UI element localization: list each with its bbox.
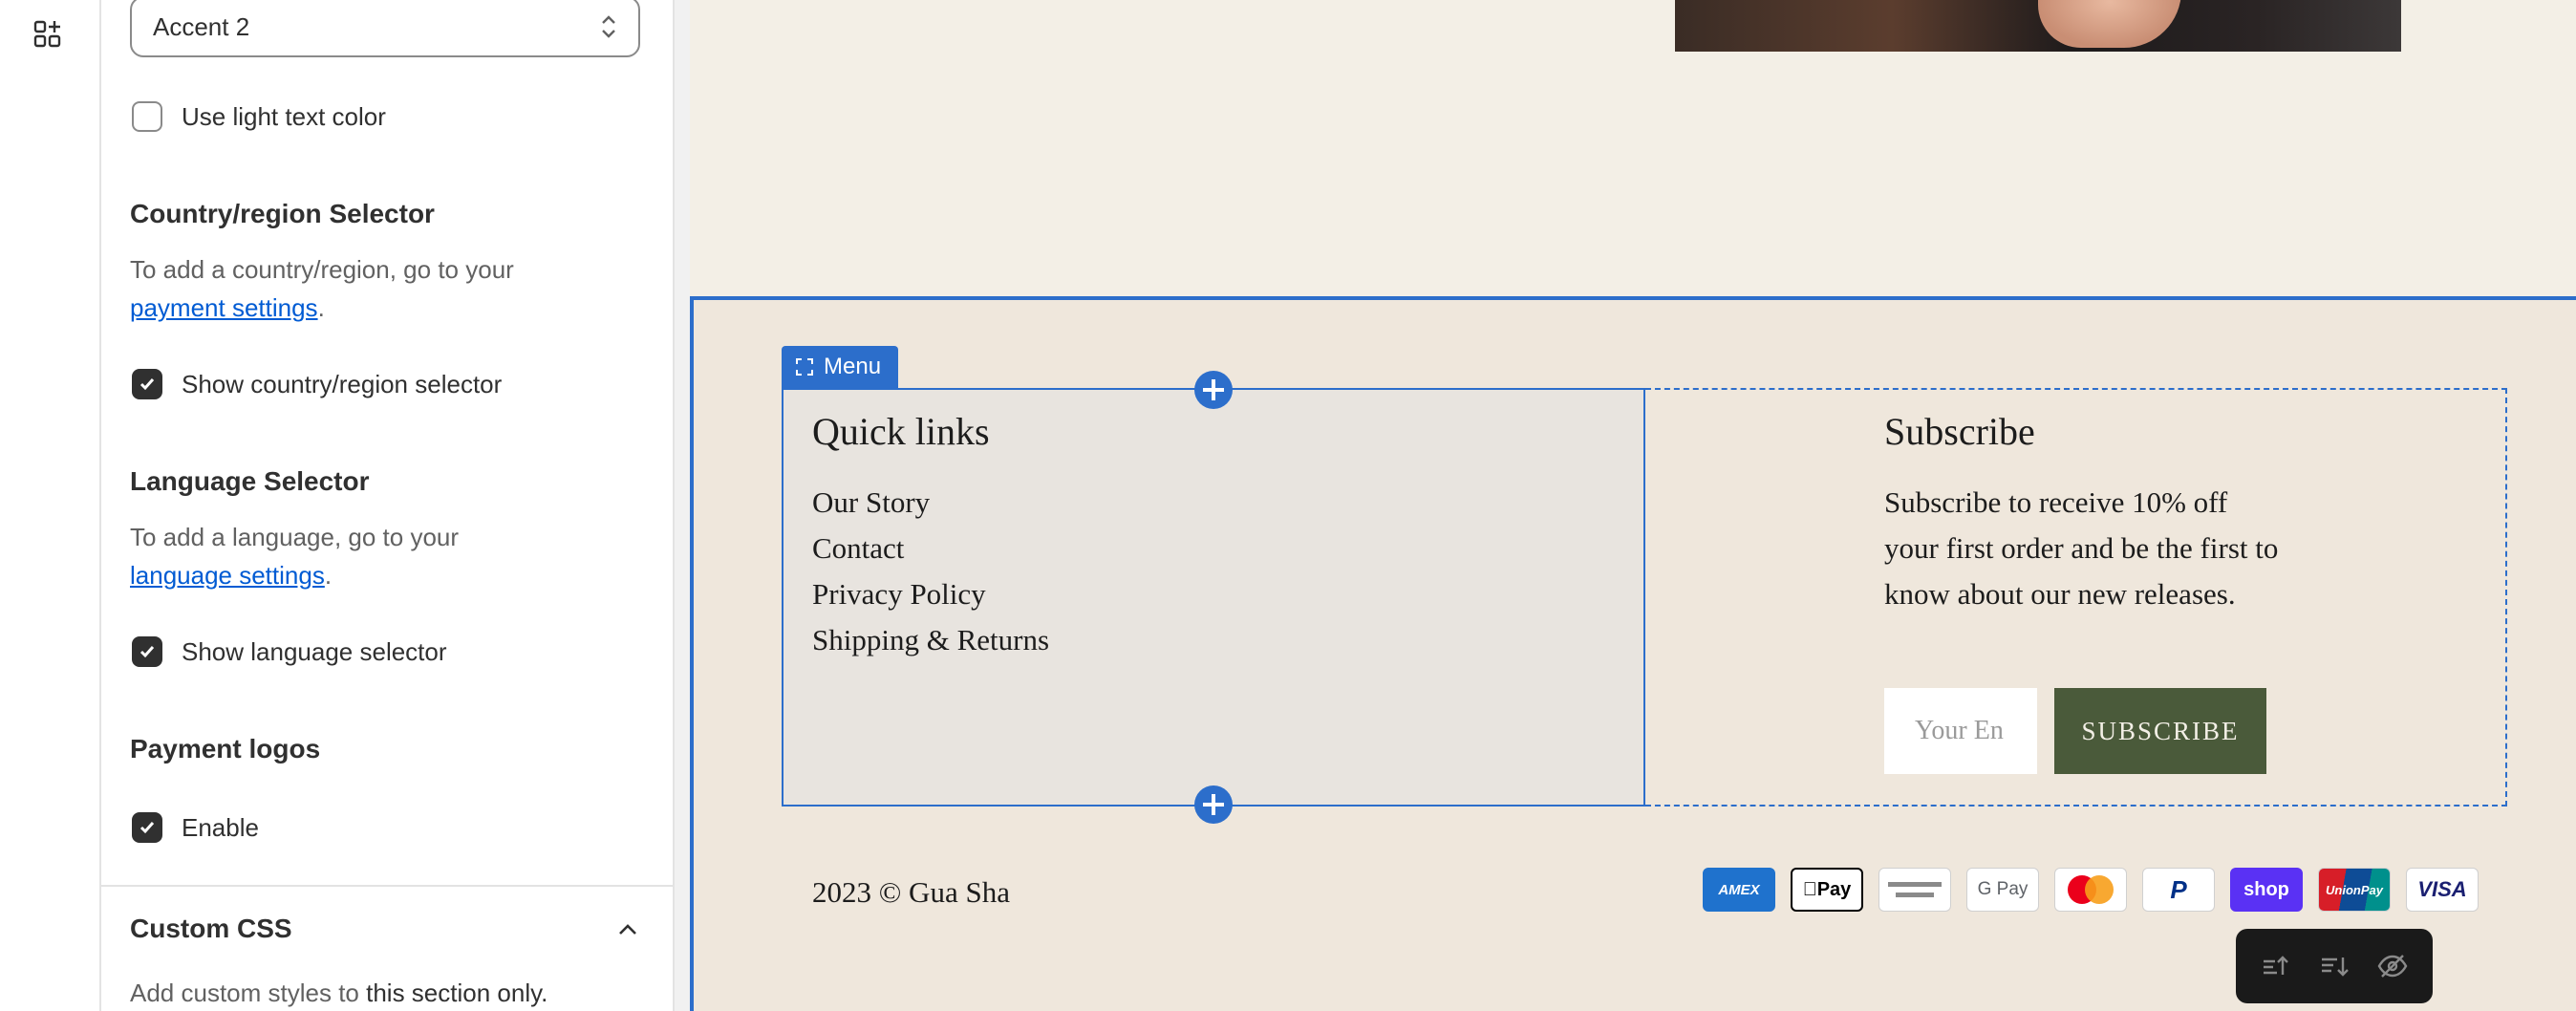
light-text-label: Use light text color [182,101,386,131]
generic-card-icon [1878,868,1951,912]
visa-icon: VISA [2406,868,2479,912]
language-settings-link[interactable]: language settings [130,561,325,590]
amex-icon: AMEX [1703,868,1775,912]
light-text-checkbox[interactable] [132,101,162,132]
section-divider [101,885,673,887]
block-toolbar [2236,929,2433,1003]
payment-icons: AMEX Pay G Pay P shop UnionPay VISA [1703,868,2479,914]
panel-scrollbar[interactable] [673,0,690,1011]
chevron-up-icon[interactable] [615,917,640,942]
subscribe-button[interactable]: SUBSCRIBE [2054,688,2266,774]
payment-logos-checkbox[interactable] [132,812,162,843]
country-selector-heading: Country/region Selector [130,199,435,228]
quick-links-list: Our Story Contact Privacy Policy Shippin… [812,480,1049,663]
payment-logos-label: Enable [182,812,259,842]
google-pay-icon: G Pay [1966,868,2039,912]
language-selector-toggle[interactable]: Show language selector [132,635,447,669]
app-rail [0,0,101,1011]
add-app-block-icon[interactable] [32,19,63,50]
checkmark-icon [140,822,155,834]
country-selector-label: Show country/region selector [182,369,503,398]
add-block-top-icon[interactable] [1194,371,1233,409]
hero-image [1675,0,2401,52]
mastercard-icon [2054,868,2127,912]
settings-panel: Accent 2 Use light text color Country/re… [101,0,673,1011]
unionpay-icon: UnionPay [2318,868,2391,912]
quick-links-title: Quick links [812,410,990,453]
add-block-bottom-icon[interactable] [1194,785,1233,824]
quick-link-shipping[interactable]: Shipping & Returns [812,617,1049,663]
menu-block-tag[interactable]: Menu [782,346,899,388]
quick-link-privacy[interactable]: Privacy Policy [812,571,1049,617]
theme-preview: Menu Quick links Our Story Contact Priva… [690,0,2576,1011]
subscribe-title: Subscribe [1884,410,2035,453]
apple-pay-icon: Pay [1791,868,1863,912]
email-input[interactable]: Your En [1884,688,2037,774]
checkmark-icon [140,378,155,391]
language-selector-label: Show language selector [182,636,447,666]
custom-css-header[interactable]: Custom CSS [130,914,646,944]
payment-logos-toggle[interactable]: Enable [132,810,259,845]
light-text-toggle[interactable]: Use light text color [132,99,386,134]
country-selector-toggle[interactable]: Show country/region selector [132,367,502,401]
quick-link-contact[interactable]: Contact [812,526,1049,571]
menu-block-tag-label: Menu [824,354,882,379]
custom-css-help: Add custom styles to this section only. [130,979,548,1007]
payment-settings-link[interactable]: payment settings [130,293,318,322]
language-selector-checkbox[interactable] [132,636,162,667]
move-up-icon[interactable] [2260,950,2292,982]
hide-eye-icon[interactable] [2376,950,2409,982]
color-scheme-value: Accent 2 [153,12,250,41]
chevron-up-down-icon [602,15,615,38]
language-selector-help: To add a language, go to your language s… [130,523,460,590]
move-down-icon[interactable] [2318,950,2351,982]
subscribe-text: Subscribe to receive 10% off your first … [1884,485,2279,611]
country-selector-help: To add a country/region, go to your paym… [130,255,514,322]
language-selector-heading: Language Selector [130,466,370,496]
color-scheme-select[interactable]: Accent 2 [130,0,640,57]
shop-pay-icon: shop [2230,868,2303,912]
select-frame-icon [796,358,813,376]
payment-logos-heading: Payment logos [130,734,321,764]
quick-link-our-story[interactable]: Our Story [812,480,1049,526]
copyright-text: 2023 © Gua Sha [812,875,1010,909]
custom-css-heading: Custom CSS [130,914,292,943]
paypal-icon: P [2142,868,2215,912]
checkmark-icon [140,646,155,658]
country-selector-checkbox[interactable] [132,369,162,399]
